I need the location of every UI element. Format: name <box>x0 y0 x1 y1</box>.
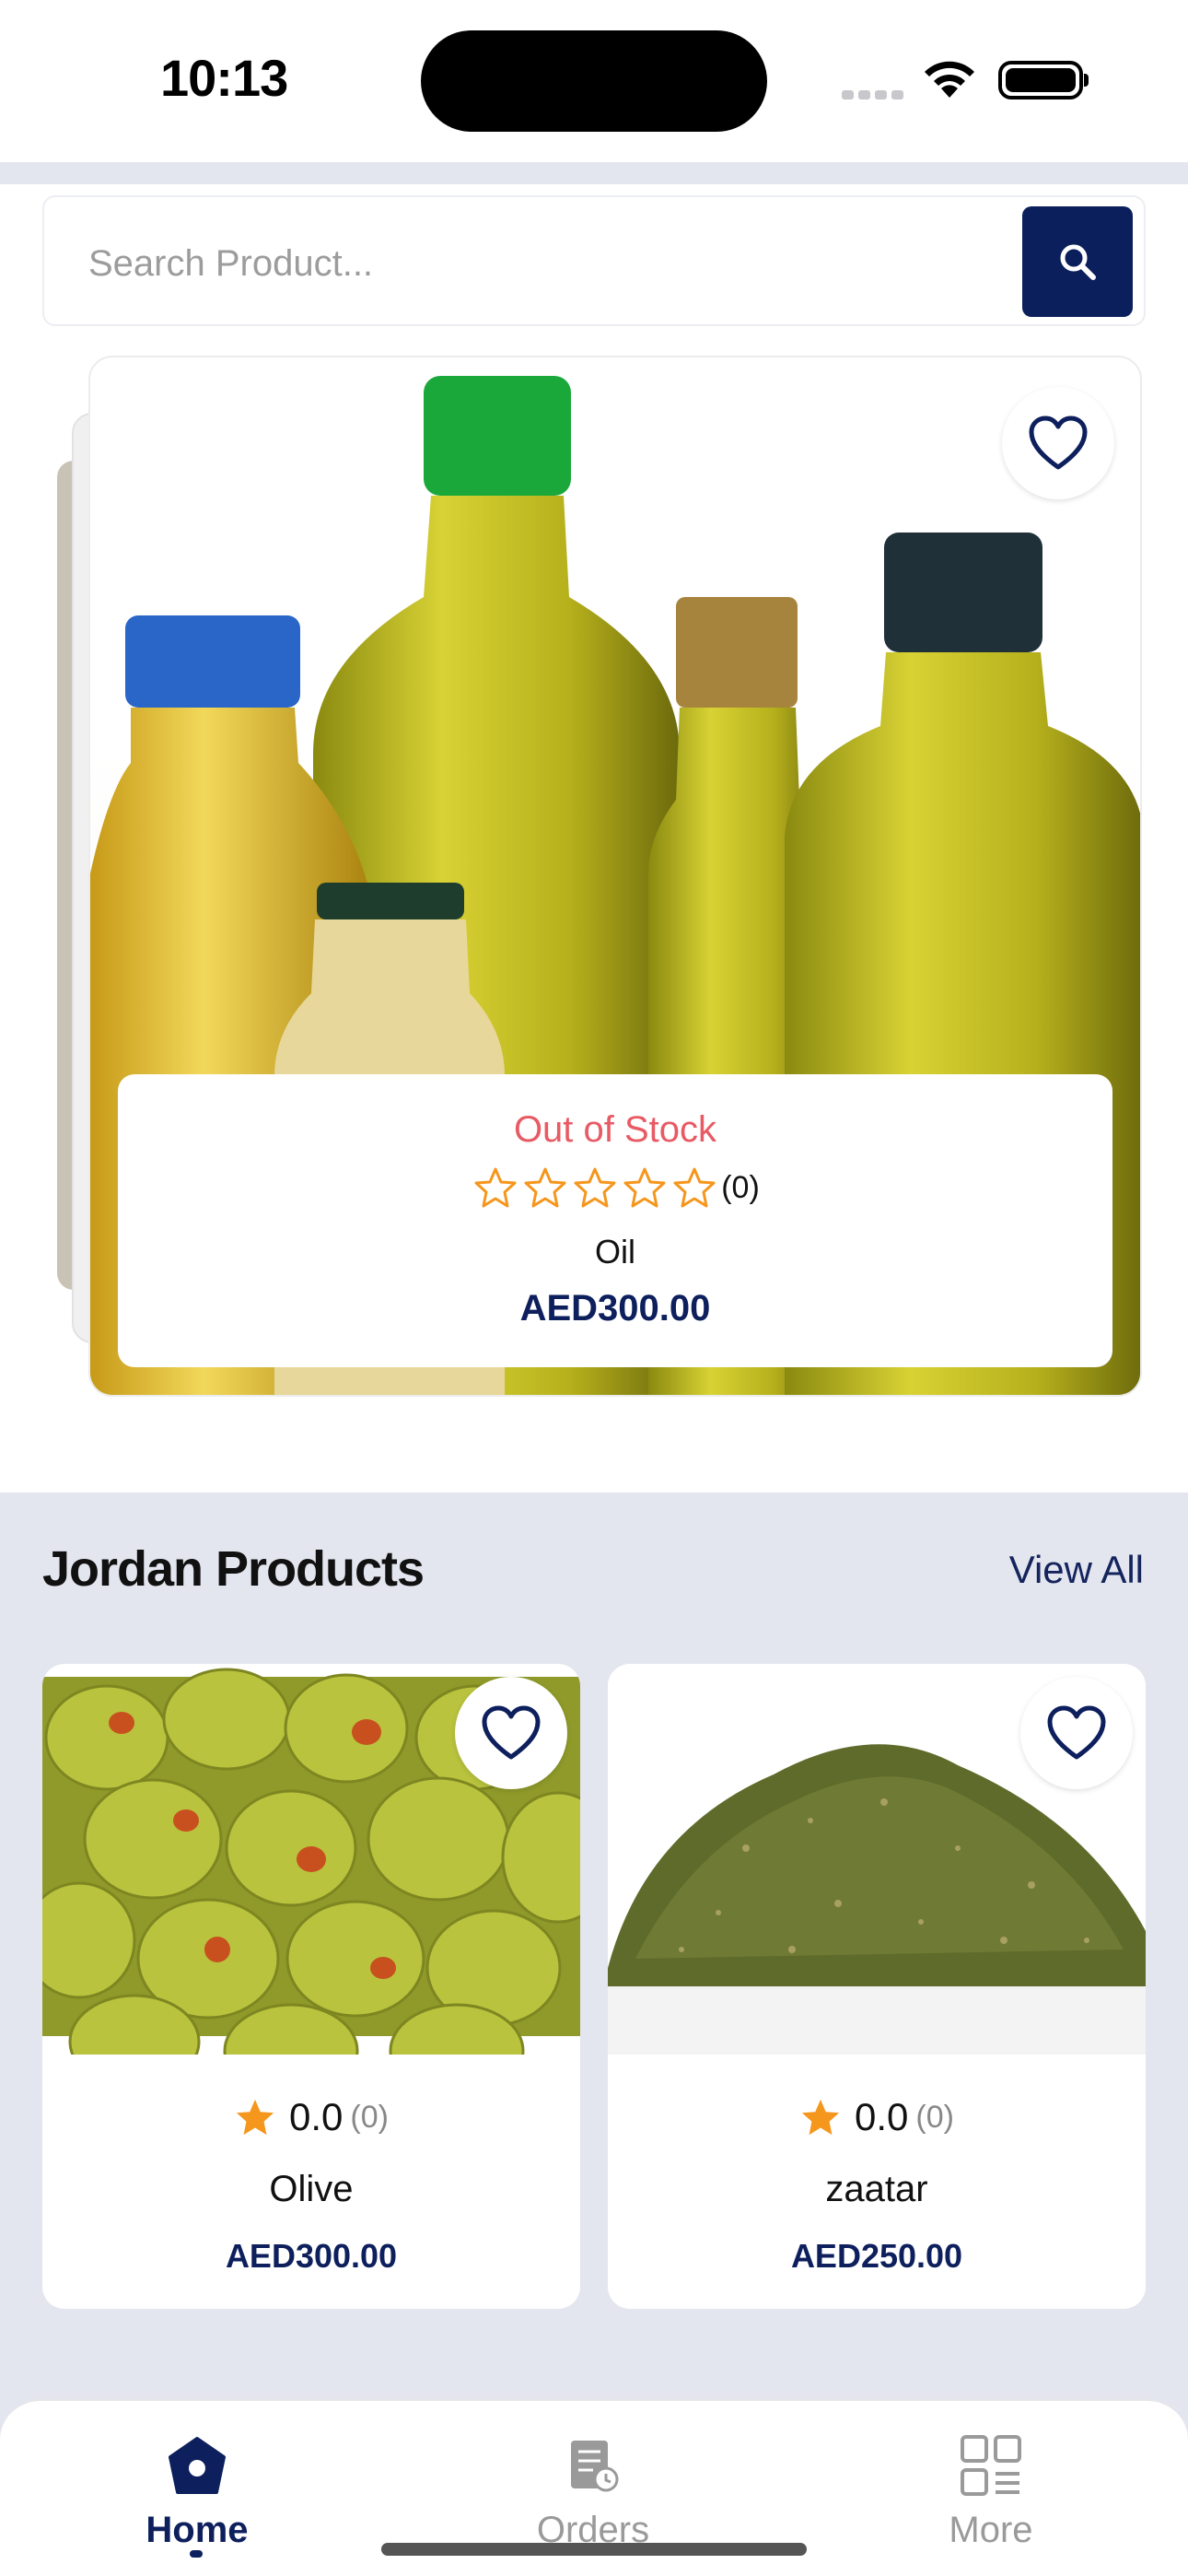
rating-count: (0) <box>915 2099 954 2135</box>
search-icon <box>1060 244 1096 280</box>
battery-icon <box>998 61 1089 100</box>
wifi-icon <box>925 61 974 98</box>
star-outline-icon <box>623 1167 666 1208</box>
star-outline-icon <box>673 1167 716 1208</box>
status-time: 10:13 <box>160 49 288 107</box>
nav-item-more[interactable]: More <box>880 2429 1101 2551</box>
star-filled-icon <box>236 2099 274 2136</box>
rating-value: 0.0 <box>289 2095 344 2138</box>
jordan-products-section: Jordan Products View All 0.0 (0) Olive A… <box>0 1493 1188 2351</box>
section-title: Jordan Products <box>42 1541 425 1597</box>
favorite-button[interactable] <box>1002 387 1114 499</box>
cellular-signal-icon <box>842 88 908 104</box>
star-outline-icon <box>474 1167 517 1208</box>
stock-status: Out of Stock <box>513 1109 717 1150</box>
header-divider <box>0 162 1188 184</box>
product-name: Olive <box>269 2169 354 2209</box>
search-input[interactable] <box>88 238 1009 289</box>
search-button[interactable] <box>1022 206 1133 317</box>
product-name: zaatar <box>825 2169 928 2209</box>
product-name: Oil <box>595 1233 635 1270</box>
rating-count: (0) <box>721 1169 760 1205</box>
product-price: AED300.00 <box>225 2237 398 2275</box>
star-outline-icon <box>524 1167 566 1208</box>
rating-value: 0.0 <box>855 2095 909 2138</box>
product-price: AED250.00 <box>790 2237 963 2275</box>
orders-icon <box>571 2441 619 2492</box>
featured-product-card[interactable]: Out of Stock (0) Oil AED300.00 <box>88 356 1142 1397</box>
view-all-link[interactable]: View All <box>1009 1548 1144 1592</box>
star-outline-icon <box>574 1167 616 1208</box>
product-card-olive[interactable]: 0.0 (0) Olive AED300.00 <box>42 1664 580 2309</box>
heart-icon <box>1047 1705 1106 1760</box>
rating-count: (0) <box>350 2099 389 2135</box>
product-rating: 0.0 (0) <box>42 2095 580 2139</box>
nav-label-more: More <box>949 2510 1033 2550</box>
nav-item-home[interactable]: Home <box>87 2429 308 2551</box>
product-card-zaatar[interactable]: 0.0 (0) zaatar AED250.00 <box>608 1664 1146 2309</box>
grid-icon <box>961 2435 1021 2496</box>
nav-item-orders[interactable]: Orders <box>483 2429 704 2551</box>
star-filled-icon <box>801 2099 840 2136</box>
product-rating: 0.0 (0) <box>608 2095 1146 2139</box>
status-bar: 10:13 <box>0 0 1188 162</box>
heart-icon <box>482 1705 541 1760</box>
heart-icon <box>1029 416 1088 470</box>
active-tab-indicator <box>190 2550 203 2558</box>
favorite-button[interactable] <box>455 1677 567 1789</box>
rating-stars: (0) <box>118 1166 1112 1209</box>
home-indicator[interactable] <box>381 2543 807 2556</box>
favorite-button[interactable] <box>1020 1677 1133 1789</box>
nav-label-home: Home <box>146 2510 249 2550</box>
search-bar <box>42 195 1146 326</box>
featured-product-info: Out of Stock (0) Oil AED300.00 <box>118 1074 1112 1367</box>
dynamic-island <box>421 30 767 132</box>
product-price: AED300.00 <box>519 1288 711 1329</box>
home-icon <box>169 2437 226 2494</box>
